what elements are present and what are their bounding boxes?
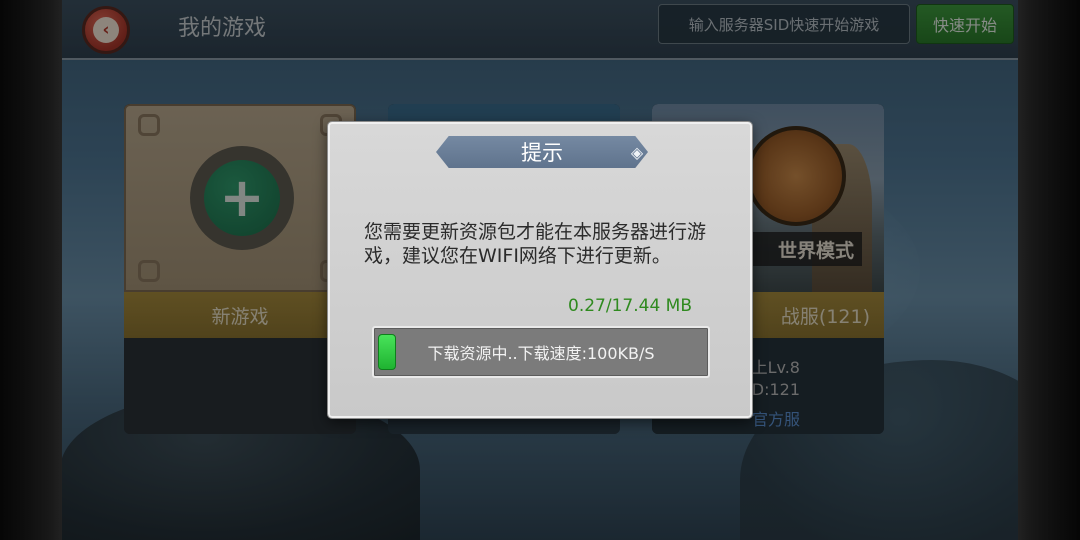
- dialog-message: 您需要更新资源包才能在本服务器进行游戏，建议您在WIFI网络下进行更新。: [364, 221, 707, 267]
- ornament-icon: ◈: [630, 142, 644, 162]
- dialog-title: 提示: [436, 136, 648, 168]
- game-screen: ‹ 我的游戏 输入服务器SID快速开始游戏 快速开始 + 新游戏 世界模式 战服…: [0, 0, 1080, 540]
- download-progress-bar: 下载资源中..下载速度:100KB/S: [372, 326, 710, 378]
- progress-status-text: 下载资源中..下载速度:100KB/S: [427, 344, 655, 363]
- update-dialog: ◈ 提示 ◈ 您需要更新资源包才能在本服务器进行游戏，建议您在WIFI网络下进行…: [328, 122, 752, 418]
- download-size: 0.27/17.44 MB: [568, 296, 692, 316]
